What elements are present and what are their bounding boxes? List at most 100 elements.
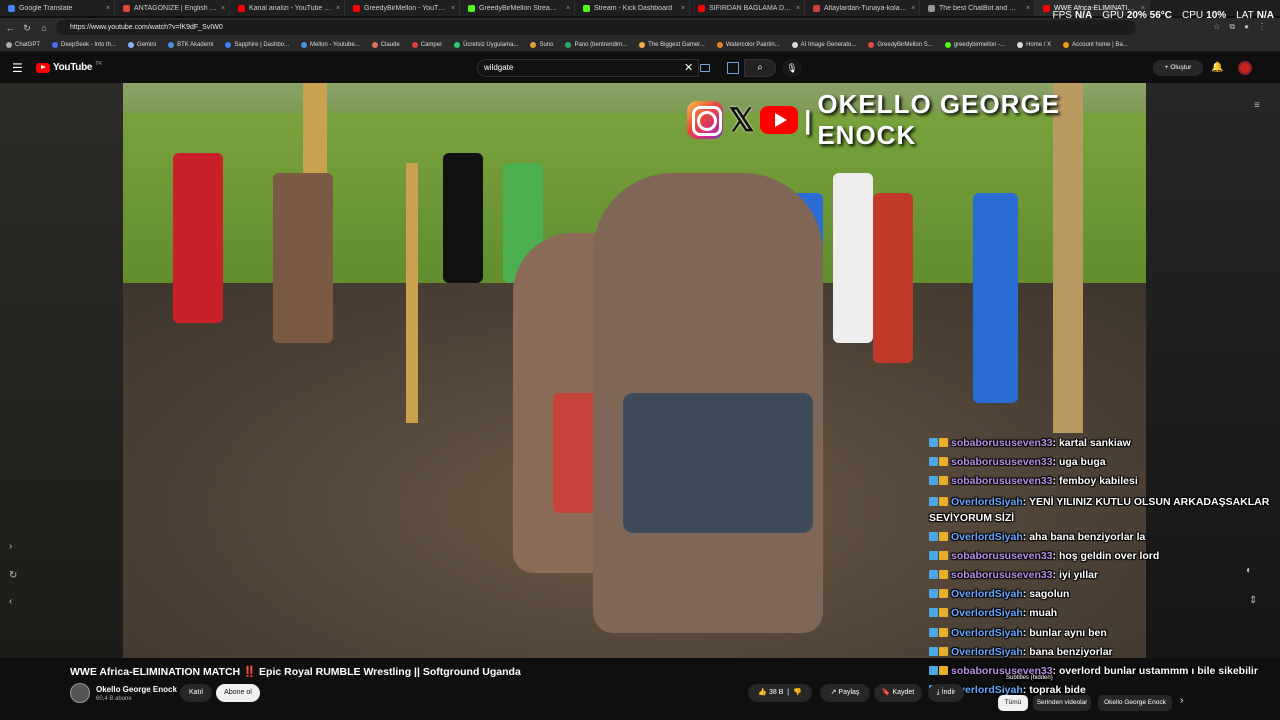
bookmark-item[interactable]: Mellon - Youtube... bbox=[295, 41, 366, 48]
hamburger-menu-icon[interactable]: ☰ bbox=[12, 61, 23, 75]
chat-username: OverlordSiyah bbox=[951, 645, 1023, 658]
close-tab-icon[interactable]: × bbox=[681, 5, 689, 12]
chat-username: OverlordSiyah bbox=[951, 530, 1023, 543]
bookmark-item[interactable]: Suno bbox=[524, 41, 559, 48]
bookmark-item[interactable]: Claude bbox=[366, 41, 406, 48]
youtube-logo[interactable]: YouTube TR bbox=[36, 61, 102, 73]
close-tab-icon[interactable]: × bbox=[1026, 5, 1034, 12]
bookmark-favicon-icon bbox=[301, 41, 308, 48]
chevron-right-icon[interactable]: › bbox=[9, 541, 12, 552]
browser-tab[interactable]: Altaylardan-Tunaya-kolay-nota × bbox=[805, 0, 920, 16]
chip-channel[interactable]: Okello George Enock bbox=[1098, 695, 1172, 711]
chip-series[interactable]: Serinden videolar bbox=[1033, 695, 1091, 711]
create-button[interactable]: + Oluştur bbox=[1153, 60, 1203, 76]
chat-username: OverlordSiyah bbox=[951, 626, 1023, 639]
chat-message: sobaborususeven33: iyi yıllar bbox=[929, 566, 1279, 585]
close-tab-icon[interactable]: × bbox=[566, 5, 574, 12]
tab-favicon-icon bbox=[238, 4, 245, 12]
browser-tab[interactable]: The best ChatBot and Widgets × bbox=[920, 0, 1035, 16]
like-dislike-group[interactable]: 👍 38 B | 👎 bbox=[748, 684, 812, 702]
download-button[interactable]: ⤓ İndir bbox=[928, 684, 964, 702]
chip-next-icon[interactable]: › bbox=[1180, 695, 1183, 706]
bookmark-item[interactable]: Account home | Ba... bbox=[1057, 41, 1134, 48]
tab-label: Google Translate bbox=[19, 4, 73, 12]
clear-search-icon[interactable]: ✕ bbox=[684, 61, 693, 74]
bookmark-star-icon[interactable]: ☆ bbox=[1213, 22, 1220, 32]
refresh-icon[interactable]: ↻ bbox=[9, 570, 17, 581]
browser-menu-icon[interactable]: ⋮ bbox=[1258, 22, 1266, 32]
profile-icon[interactable]: ● bbox=[1244, 22, 1249, 32]
chevron-left-icon[interactable]: ‹ bbox=[9, 596, 12, 607]
channel-avatar[interactable] bbox=[70, 683, 90, 703]
bookmark-item[interactable]: Camper bbox=[406, 41, 448, 48]
chat-username: sobaborususeven33 bbox=[951, 569, 1053, 582]
bookmark-label: Home / X bbox=[1026, 41, 1052, 48]
extensions-icon[interactable]: ⧉ bbox=[1229, 22, 1235, 32]
close-tab-icon[interactable]: × bbox=[336, 5, 344, 12]
browser-tab[interactable]: Stream - Kick Dashboard × bbox=[575, 0, 690, 16]
search-input[interactable]: wildgate bbox=[477, 59, 699, 77]
bookmark-item[interactable]: greedybirmellon -... bbox=[939, 41, 1011, 48]
chat-overlay: sobaborususeven33: kartal sankiaw sobabor… bbox=[929, 434, 1279, 700]
tab-label: GreedyBirMellon Stream - Watch bbox=[479, 4, 562, 12]
back-icon[interactable]: ← bbox=[3, 23, 17, 33]
bookmark-favicon-icon bbox=[52, 41, 59, 48]
bookmark-item[interactable]: The Biggest Gamer... bbox=[633, 41, 711, 48]
subscriber-badge-icon bbox=[939, 438, 948, 447]
reload-icon[interactable]: ↻ bbox=[20, 23, 34, 34]
bookmark-item[interactable]: Ücretsiz Uygulama... bbox=[448, 41, 524, 48]
bookmark-favicon-icon bbox=[6, 41, 12, 48]
close-tab-icon[interactable]: × bbox=[911, 5, 919, 12]
share-button[interactable]: ↗ Paylaş bbox=[820, 684, 870, 702]
search-extension-icon[interactable] bbox=[727, 62, 739, 74]
chat-username: sobaborususeven33 bbox=[951, 437, 1053, 449]
join-button[interactable]: Katıl bbox=[180, 684, 212, 702]
bookmark-label: Watercolor Paintin... bbox=[725, 41, 780, 48]
chat-menu-icon[interactable]: ≡ bbox=[1254, 100, 1260, 111]
search-button[interactable]: ⌕ bbox=[744, 59, 776, 77]
notifications-bell-icon[interactable]: 🔔 bbox=[1211, 62, 1223, 73]
bookmark-label: AI Image Generato... bbox=[800, 41, 857, 48]
bookmark-label: Sapphire | Dashbo... bbox=[234, 41, 290, 48]
home-icon[interactable]: ⌂ bbox=[37, 23, 51, 33]
voice-search-button[interactable]: 🎙 bbox=[782, 59, 802, 77]
bookmark-item[interactable]: ChatGPT bbox=[0, 41, 46, 48]
bookmark-item[interactable]: GreedyBirMellon S... bbox=[862, 41, 938, 48]
channel-name[interactable]: Okello George Enock bbox=[96, 685, 177, 694]
platform-badge-icon bbox=[929, 496, 938, 506]
thumbs-down-icon[interactable]: 👎 bbox=[793, 689, 802, 696]
bookmark-item[interactable]: Gemini bbox=[122, 41, 162, 48]
subscriber-count: 60,4 B abone bbox=[96, 696, 132, 702]
bookmark-item[interactable]: DeepSeek - Into th... bbox=[46, 41, 122, 48]
browser-tab[interactable]: ANTAGONIZE | English meaning × bbox=[115, 0, 230, 16]
x-icon: 𝕏 bbox=[728, 102, 755, 138]
bookmark-item[interactable]: AI Image Generato... bbox=[786, 41, 863, 48]
thumbs-up-icon[interactable]: 👍 bbox=[758, 689, 767, 696]
browser-tab[interactable]: GreedyBirMellon - YouTube × bbox=[345, 0, 460, 16]
bookmark-item[interactable]: Watercolor Paintin... bbox=[711, 41, 786, 48]
close-tab-icon[interactable]: × bbox=[221, 5, 229, 12]
wooden-post bbox=[406, 163, 418, 423]
account-avatar[interactable] bbox=[1238, 61, 1252, 75]
browser-tab[interactable]: Kanal analizi - YouTube Studio × bbox=[230, 0, 345, 16]
bookmark-item[interactable]: BTK Akademi bbox=[162, 41, 219, 48]
bookmark-label: greedybirmellon -... bbox=[953, 41, 1006, 48]
close-tab-icon[interactable]: × bbox=[106, 5, 114, 12]
bookmark-favicon-icon bbox=[1017, 41, 1024, 48]
chip-all[interactable]: Tümü bbox=[998, 695, 1028, 711]
save-button[interactable]: 🔖 Kaydet bbox=[874, 684, 922, 702]
browser-tab[interactable]: SIFIRDAN BAĞLAMA DERSLERİ × bbox=[690, 0, 805, 16]
platform-badge-icon bbox=[929, 608, 938, 618]
browser-tab[interactable]: Google Translate × bbox=[0, 0, 115, 16]
bookmark-item[interactable]: Sapphire | Dashbo... bbox=[219, 41, 295, 48]
url-field[interactable]: https://www.youtube.com/watch?v=fK9dF_Sv… bbox=[56, 20, 1136, 35]
browser-tab[interactable]: GreedyBirMellon Stream - Watch × bbox=[460, 0, 575, 16]
bookmark-label: Gemini bbox=[137, 41, 157, 48]
close-tab-icon[interactable]: × bbox=[451, 5, 459, 12]
subscribe-button[interactable]: Abone ol bbox=[216, 684, 260, 702]
keyboard-icon[interactable] bbox=[700, 64, 710, 72]
subscriber-badge-icon bbox=[939, 550, 948, 560]
bookmark-item[interactable]: Pano (bentrendim... bbox=[559, 41, 633, 48]
close-tab-icon[interactable]: × bbox=[796, 5, 804, 12]
bookmark-item[interactable]: Home / X bbox=[1011, 41, 1057, 48]
